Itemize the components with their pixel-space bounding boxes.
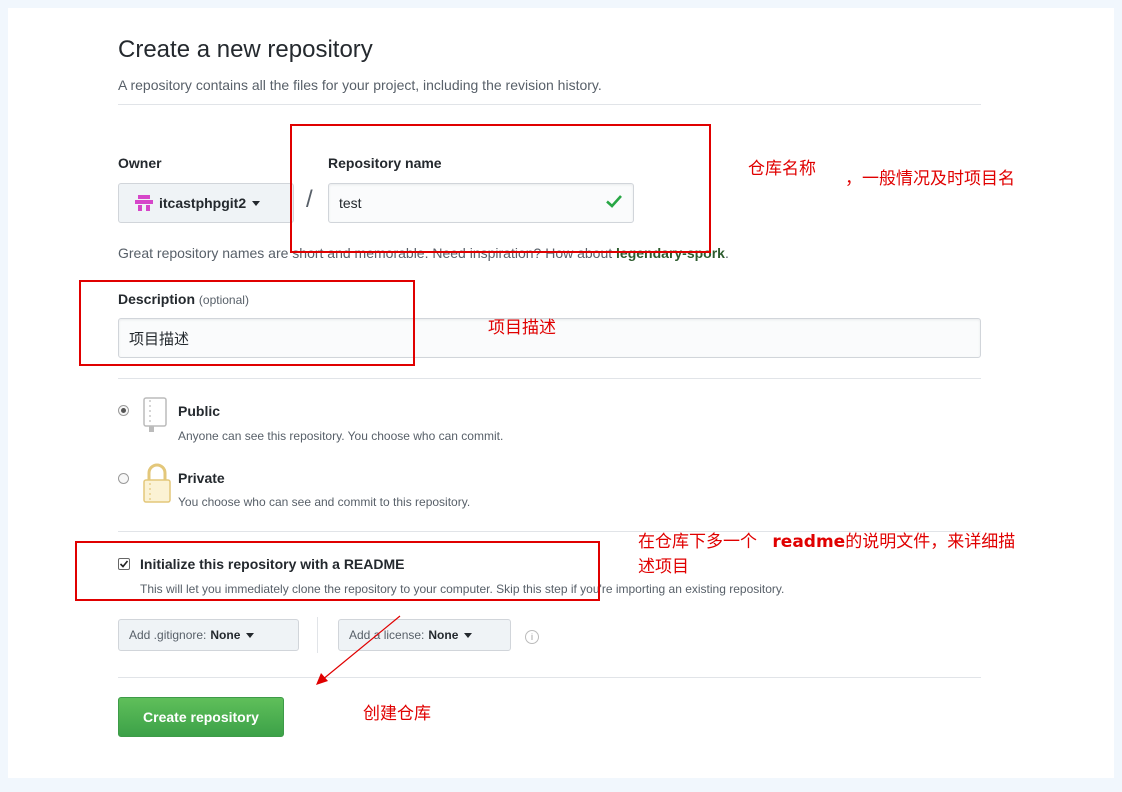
annotation-arrow xyxy=(316,615,401,685)
